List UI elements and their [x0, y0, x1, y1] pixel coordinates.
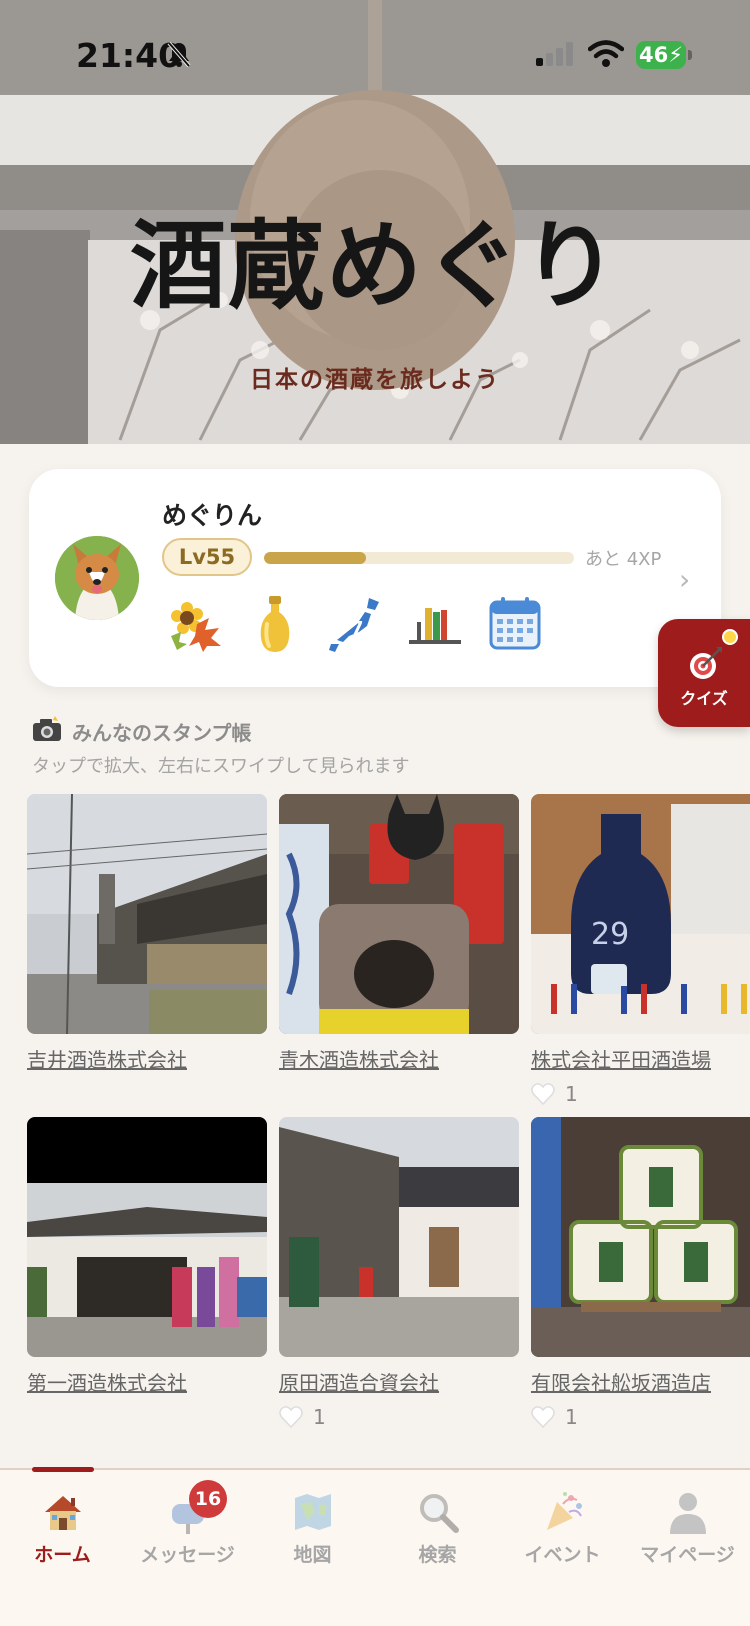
wifi-icon	[587, 40, 625, 72]
cell-signal-icon	[536, 42, 576, 70]
brewery-photo[interactable]	[279, 1117, 519, 1357]
tab-label: イベント	[524, 1544, 601, 1566]
brewery-photo[interactable]	[531, 1117, 750, 1357]
target-icon	[686, 645, 724, 687]
person-icon	[669, 1493, 706, 1534]
active-tab-indicator	[32, 1467, 94, 1472]
quiz-label: クイズ	[680, 689, 728, 708]
tab-mypage[interactable]: マイページ	[625, 1490, 750, 1580]
brewery-photo[interactable]	[27, 794, 267, 1034]
brewery-photo[interactable]	[27, 1117, 267, 1357]
stamp-card[interactable]: 有限会社舩坂酒造店 1	[531, 1117, 750, 1430]
stamp-section-header: みんなのスタンプ帳	[32, 716, 251, 746]
camera-flash-icon	[32, 716, 72, 746]
like-row[interactable]: 1	[531, 1404, 750, 1430]
svg-text:29: 29	[591, 917, 629, 952]
user-name: めぐりん	[162, 501, 263, 530]
tab-label: マイページ	[640, 1544, 735, 1566]
profile-card[interactable]: めぐりん Lv55 あと 4XP › 7	[29, 469, 721, 687]
stamp-card[interactable]: 吉井酒造株式会社	[27, 794, 267, 1073]
like-count: 1	[565, 1405, 578, 1429]
sake-bottle-badge-icon[interactable]	[245, 594, 305, 654]
quiz-button[interactable]: クイズ	[658, 619, 750, 727]
brewery-photo[interactable]: 29	[531, 794, 750, 1034]
tab-home[interactable]: ホーム	[0, 1490, 125, 1580]
tab-search[interactable]: 検索	[375, 1490, 500, 1580]
heart-icon[interactable]	[531, 1083, 555, 1105]
like-count: 1	[313, 1405, 326, 1429]
svg-text:7: 7	[351, 618, 364, 639]
stamp-brewery-name[interactable]: 株式会社平田酒造場	[531, 1044, 750, 1073]
stamp-card[interactable]: 青木酒造株式会社	[279, 794, 519, 1073]
app-subtitle: 日本の酒蔵を旅しよう	[250, 367, 500, 393]
like-count: 1	[565, 1082, 578, 1106]
tab-label: 検索	[418, 1544, 457, 1566]
map-icon	[294, 1494, 331, 1530]
stamp-brewery-name[interactable]: 第一酒造株式会社	[27, 1367, 267, 1396]
app-title: 酒蔵めぐり	[130, 210, 620, 322]
magnifier-icon	[419, 1494, 459, 1533]
stamp-card[interactable]: 第一酒造株式会社	[27, 1117, 267, 1396]
tab-messages[interactable]: 16 メッセージ	[125, 1480, 250, 1580]
bookshelf-badge-icon[interactable]	[405, 594, 465, 654]
bell-slash-icon	[166, 40, 192, 72]
section-title: みんなのスタンプ帳	[72, 720, 252, 745]
status-bar: 21:40 46 ⚡	[0, 0, 750, 110]
xp-progress-bar	[264, 552, 574, 564]
stamp-brewery-name[interactable]: 青木酒造株式会社	[279, 1044, 519, 1073]
japan-map-badge-icon[interactable]: 7	[325, 594, 385, 654]
tab-label: 地図	[293, 1544, 332, 1566]
xp-remaining: あと 4XP	[585, 549, 662, 570]
stamp-brewery-name[interactable]: 有限会社舩坂酒造店	[531, 1367, 750, 1396]
badge-row: 7	[169, 594, 541, 654]
stamp-card[interactable]: 原田酒造合資会社 1	[279, 1117, 519, 1430]
avatar	[55, 536, 139, 620]
hero-banner: 酒蔵めぐり 日本の酒蔵を旅しよう 21:40 46 ⚡	[0, 0, 750, 444]
party-popper-icon	[546, 1492, 582, 1530]
bottom-tab-bar: ホーム 16 メッセージ 地図 検索 イベント マイページ	[0, 1467, 750, 1626]
stamp-brewery-name[interactable]: 原田酒造合資会社	[279, 1367, 519, 1396]
tab-label: メッセージ	[140, 1544, 235, 1566]
battery-indicator: 46 ⚡	[636, 41, 686, 69]
heart-icon[interactable]	[531, 1406, 555, 1428]
quiz-notification-dot	[722, 629, 738, 645]
tab-label: ホーム	[34, 1544, 91, 1566]
tab-map[interactable]: 地図	[250, 1490, 375, 1580]
battery-level: 46	[639, 43, 669, 67]
brewery-photo[interactable]	[279, 794, 519, 1034]
heart-icon[interactable]	[279, 1406, 303, 1428]
battery-tip	[688, 50, 692, 60]
section-hint: タップで拡大、左右にスワイプして見られます	[32, 756, 410, 777]
level-badge: Lv55	[162, 538, 252, 576]
stamp-brewery-name[interactable]: 吉井酒造株式会社	[27, 1044, 267, 1073]
chevron-right-icon: ›	[679, 563, 691, 596]
like-row[interactable]: 1	[531, 1081, 750, 1107]
tab-events[interactable]: イベント	[500, 1490, 625, 1580]
sunflower-maple-badge-icon[interactable]	[165, 594, 225, 654]
like-row[interactable]: 1	[279, 1404, 519, 1430]
house-icon	[44, 1496, 81, 1530]
calendar-badge-icon[interactable]	[485, 594, 545, 654]
unread-badge: 16	[189, 1480, 227, 1518]
xp-progress-fill	[264, 552, 367, 564]
stamp-card[interactable]: 29 株式会社平田酒造場 1	[531, 794, 750, 1107]
